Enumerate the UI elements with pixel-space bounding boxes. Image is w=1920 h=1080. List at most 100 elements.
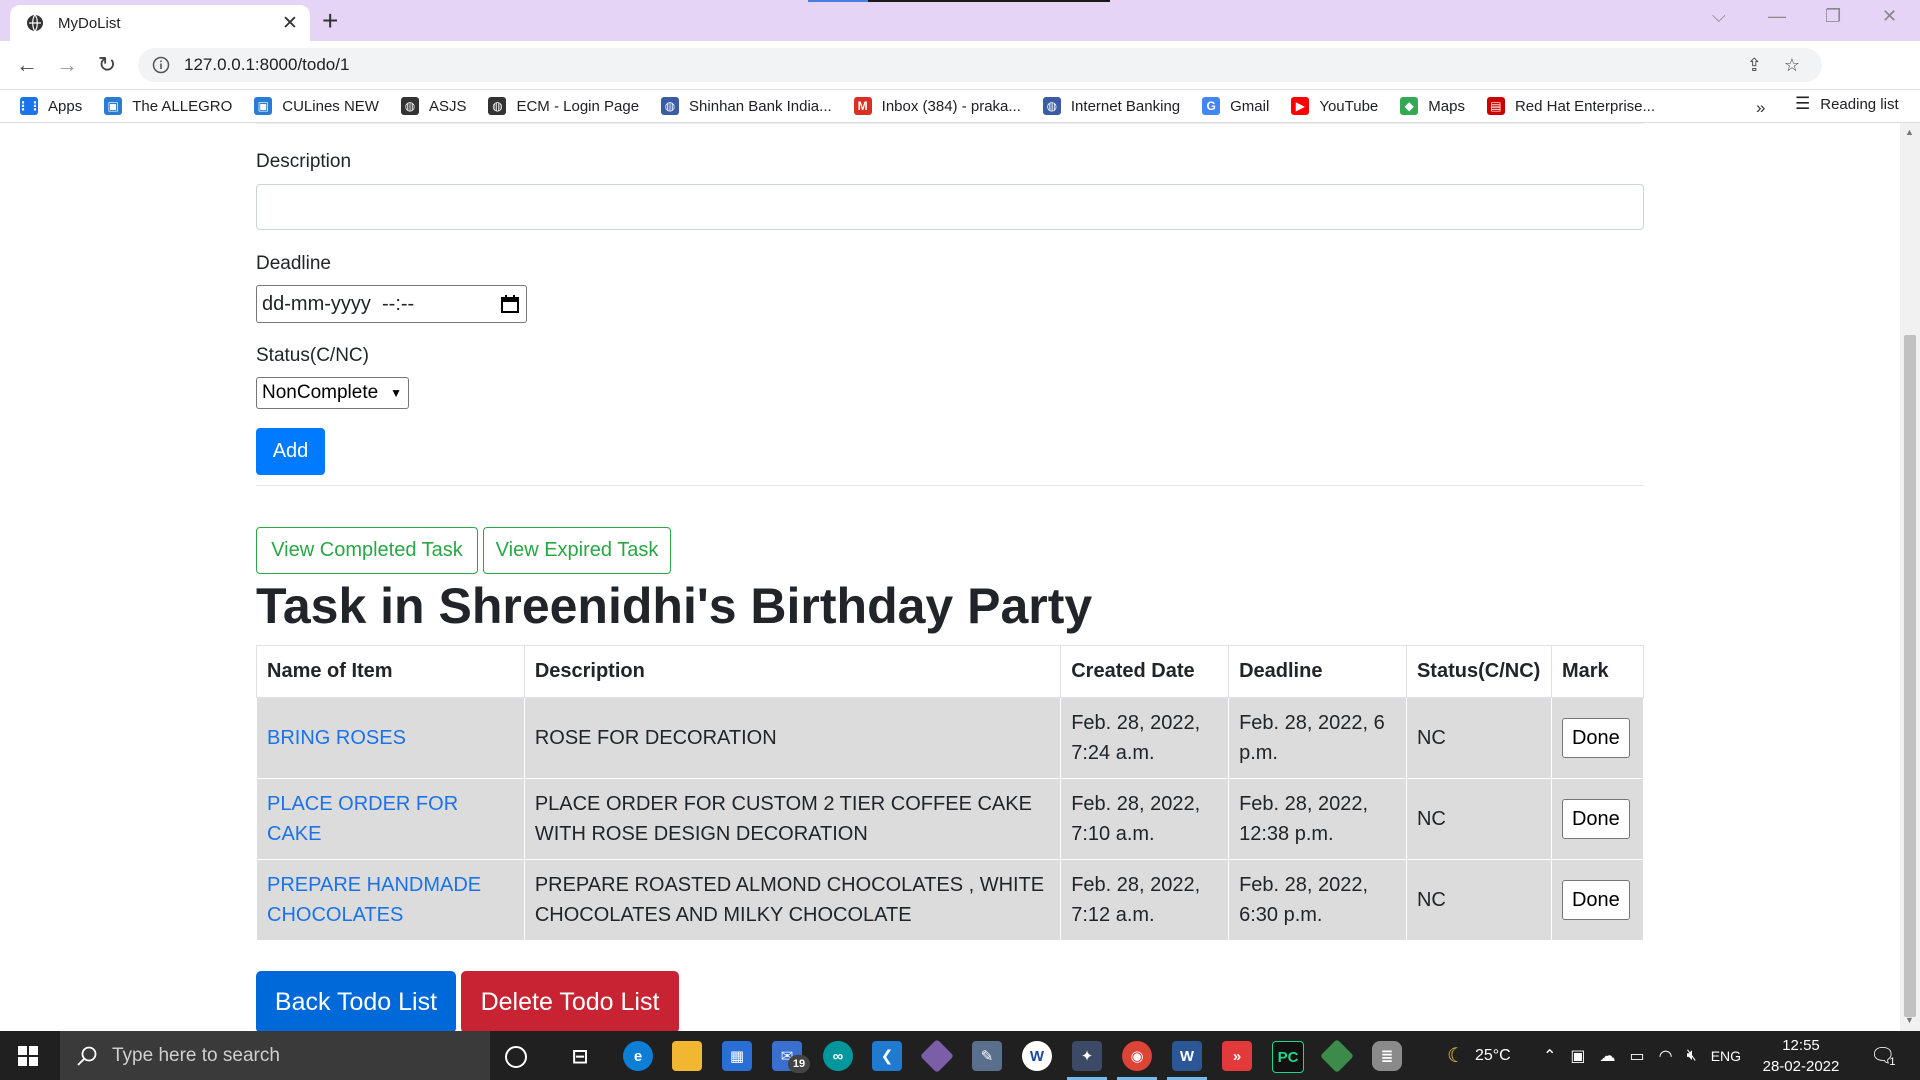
scroll-down-icon[interactable]: ▼ — [1905, 1015, 1914, 1025]
edge-icon[interactable]: e — [623, 1041, 653, 1071]
bookmark-item[interactable]: ▣ The ALLEGRO — [104, 97, 232, 115]
bookmark-item[interactable]: ▤ Red Hat Enterprise... — [1486, 97, 1656, 115]
add-button[interactable]: Add — [256, 428, 325, 475]
bookmark-star-icon[interactable]: ☆ — [1784, 55, 1800, 76]
arduino-icon[interactable]: ∞ — [823, 1041, 853, 1071]
cortana-icon[interactable] — [505, 1046, 527, 1068]
bookmark-item[interactable]: ◍ Internet Banking — [1042, 97, 1181, 115]
reload-icon[interactable]: ↻ — [92, 50, 122, 80]
back-arrow-icon[interactable]: ← — [12, 50, 42, 80]
onedrive-icon[interactable]: ☁ — [1600, 1046, 1616, 1066]
scrollbar-thumb[interactable] — [1904, 335, 1916, 1017]
task-name-link[interactable]: PLACE ORDER FOR CAKE — [256, 778, 525, 860]
list-actions: Back Todo List Delete Todo List — [256, 971, 1644, 1031]
window-close-icon[interactable]: ✕ — [1882, 6, 1897, 27]
address-bar[interactable]: 127.0.0.1:8000/todo/1 ⇪ ☆ — [138, 48, 1822, 82]
gitkraken-icon[interactable] — [920, 1039, 954, 1073]
bookmark-label: Red Hat Enterprise... — [1514, 97, 1656, 115]
site-info-icon[interactable] — [152, 56, 170, 74]
deadline-placeholder: dd-mm-yyyy --:-- — [262, 292, 415, 315]
reading-list-button[interactable]: ☰ Reading list — [1795, 94, 1899, 114]
share-icon[interactable]: ⇪ — [1747, 55, 1762, 76]
wifi-icon[interactable]: ◠ — [1659, 1046, 1673, 1066]
bookmark-item[interactable]: M Inbox (384) - praka... — [853, 97, 1021, 115]
column-header: Deadline — [1228, 645, 1407, 698]
notification-count: 1 — [1889, 1055, 1896, 1068]
url-text[interactable]: 127.0.0.1:8000/todo/1 — [184, 55, 1747, 75]
task-status: NC — [1405, 697, 1552, 779]
word-online-icon[interactable]: W — [1022, 1041, 1052, 1071]
status-selected-value: NonComplete — [262, 382, 379, 403]
calendar-icon[interactable] — [500, 294, 520, 314]
bookmarks-list: ⋮⋮ Apps ▣ The ALLEGRO ▣ CULines NEW ◍ ASJS ◍ ECM … — [0, 97, 1677, 115]
task-status: NC — [1405, 778, 1552, 860]
word-icon[interactable]: W — [1172, 1041, 1202, 1071]
pycharm-icon[interactable]: PC — [1272, 1041, 1304, 1073]
done-button[interactable]: Done — [1561, 718, 1630, 758]
task-name-link[interactable]: PREPARE HANDMADE CHOCOLATES — [256, 859, 525, 941]
bookmark-item[interactable]: ◆ Maps — [1400, 97, 1465, 115]
browser-tab[interactable]: MyDoList ✕ — [10, 5, 310, 41]
windows-start-icon[interactable] — [18, 1046, 38, 1066]
bookmark-item[interactable]: ▣ CULines NEW — [254, 97, 379, 115]
delete-todo-list-button[interactable]: Delete Todo List — [461, 971, 679, 1031]
task-view-icon[interactable]: ⊟ — [565, 1041, 595, 1071]
file-explorer-icon[interactable] — [672, 1041, 702, 1071]
chrome-icon[interactable]: ◉ — [1122, 1041, 1152, 1071]
bookmark-item[interactable]: ◍ ECM - Login Page — [488, 97, 639, 115]
battery-icon[interactable]: ▭ — [1630, 1046, 1645, 1066]
page-scrollbar[interactable]: ▲ ▼ — [1900, 123, 1920, 1031]
scroll-up-icon[interactable]: ▲ — [1905, 127, 1914, 137]
more-bookmarks-icon[interactable]: » — [1756, 98, 1765, 118]
bookmark-label: The ALLEGRO — [132, 97, 233, 115]
speaker-muted-icon[interactable]: 🔇︎ — [1687, 1047, 1697, 1065]
bookmark-label: Internet Banking — [1070, 97, 1181, 115]
weather-temp: 25°C — [1474, 1046, 1511, 1064]
clock[interactable]: 12:55 28-02-2022 — [1756, 1035, 1846, 1077]
store-icon[interactable]: ▦ — [722, 1041, 752, 1071]
taskbar-search-box[interactable]: Type here to search — [60, 1031, 490, 1080]
back-todo-list-button[interactable]: Back Todo List — [256, 971, 456, 1031]
vscode-icon[interactable]: ❮ — [872, 1041, 902, 1071]
deadline-input[interactable]: dd-mm-yyyy --:-- — [256, 285, 527, 323]
anydesk-icon[interactable]: » — [1222, 1041, 1252, 1071]
task-description: PLACE ORDER FOR CUSTOM 2 TIER COFFEE CAK… — [523, 778, 1062, 860]
forward-arrow-icon[interactable]: → — [52, 50, 82, 80]
bookmark-label: ECM - Login Page — [516, 97, 640, 115]
device-icon[interactable]: ▣ — [1570, 1046, 1585, 1066]
git-gui-icon[interactable]: ✦ — [1072, 1041, 1102, 1071]
task-deadline: Feb. 28, 2022, 12:38 p.m. — [1228, 778, 1407, 860]
database-icon[interactable]: ≣ — [1372, 1041, 1402, 1071]
status-select[interactable]: NonComplete ▼ — [256, 377, 409, 409]
view-expired-button[interactable]: View Expired Task — [483, 527, 671, 574]
view-completed-button[interactable]: View Completed Task — [256, 527, 478, 574]
shinhan-icon: ◍ — [661, 97, 680, 115]
google-icon: G — [1202, 97, 1221, 115]
minimize-icon[interactable]: — — [1768, 6, 1786, 27]
description-input[interactable] — [256, 184, 1644, 230]
chevron-up-icon[interactable]: ⌃ — [1543, 1046, 1556, 1066]
reading-list-icon: ☰ — [1795, 94, 1811, 113]
new-tab-icon[interactable]: + — [322, 6, 338, 36]
bookmark-item[interactable]: G Gmail — [1202, 97, 1269, 115]
bookmark-item[interactable]: ◍ Shinhan Bank India... — [661, 97, 832, 115]
done-button[interactable]: Done — [1561, 880, 1630, 920]
bookmark-label: Shinhan Bank India... — [689, 97, 832, 115]
moon-cloud-icon: ☾ — [1447, 1045, 1465, 1067]
column-header: Created Date — [1060, 645, 1230, 698]
bookmark-item[interactable]: ⋮⋮ Apps — [17, 97, 82, 115]
restore-icon[interactable]: ❐ — [1825, 6, 1841, 27]
bookmark-item[interactable]: ◍ ASJS — [400, 97, 466, 115]
language-indicator[interactable]: ENG — [1711, 1048, 1741, 1064]
notification-center[interactable]: 🗨︎ 1 — [1870, 1031, 1896, 1080]
task-name-link[interactable]: BRING ROSES — [256, 697, 525, 779]
tab-search-chevron-icon[interactable]: ⌵ — [1712, 6, 1726, 27]
tab-close-icon[interactable]: ✕ — [278, 12, 302, 35]
sketch-tool-icon[interactable]: ✎ — [972, 1041, 1002, 1071]
weather-widget[interactable]: ☾ 25°C — [1447, 1031, 1511, 1080]
task-created-date: Feb. 28, 2022, 7:24 a.m. — [1060, 697, 1230, 779]
done-button[interactable]: Done — [1561, 799, 1630, 839]
git-icon[interactable] — [1320, 1039, 1354, 1073]
mail-badge: 19 — [788, 1055, 810, 1073]
bookmark-item[interactable]: ▶ YouTube — [1291, 97, 1378, 115]
